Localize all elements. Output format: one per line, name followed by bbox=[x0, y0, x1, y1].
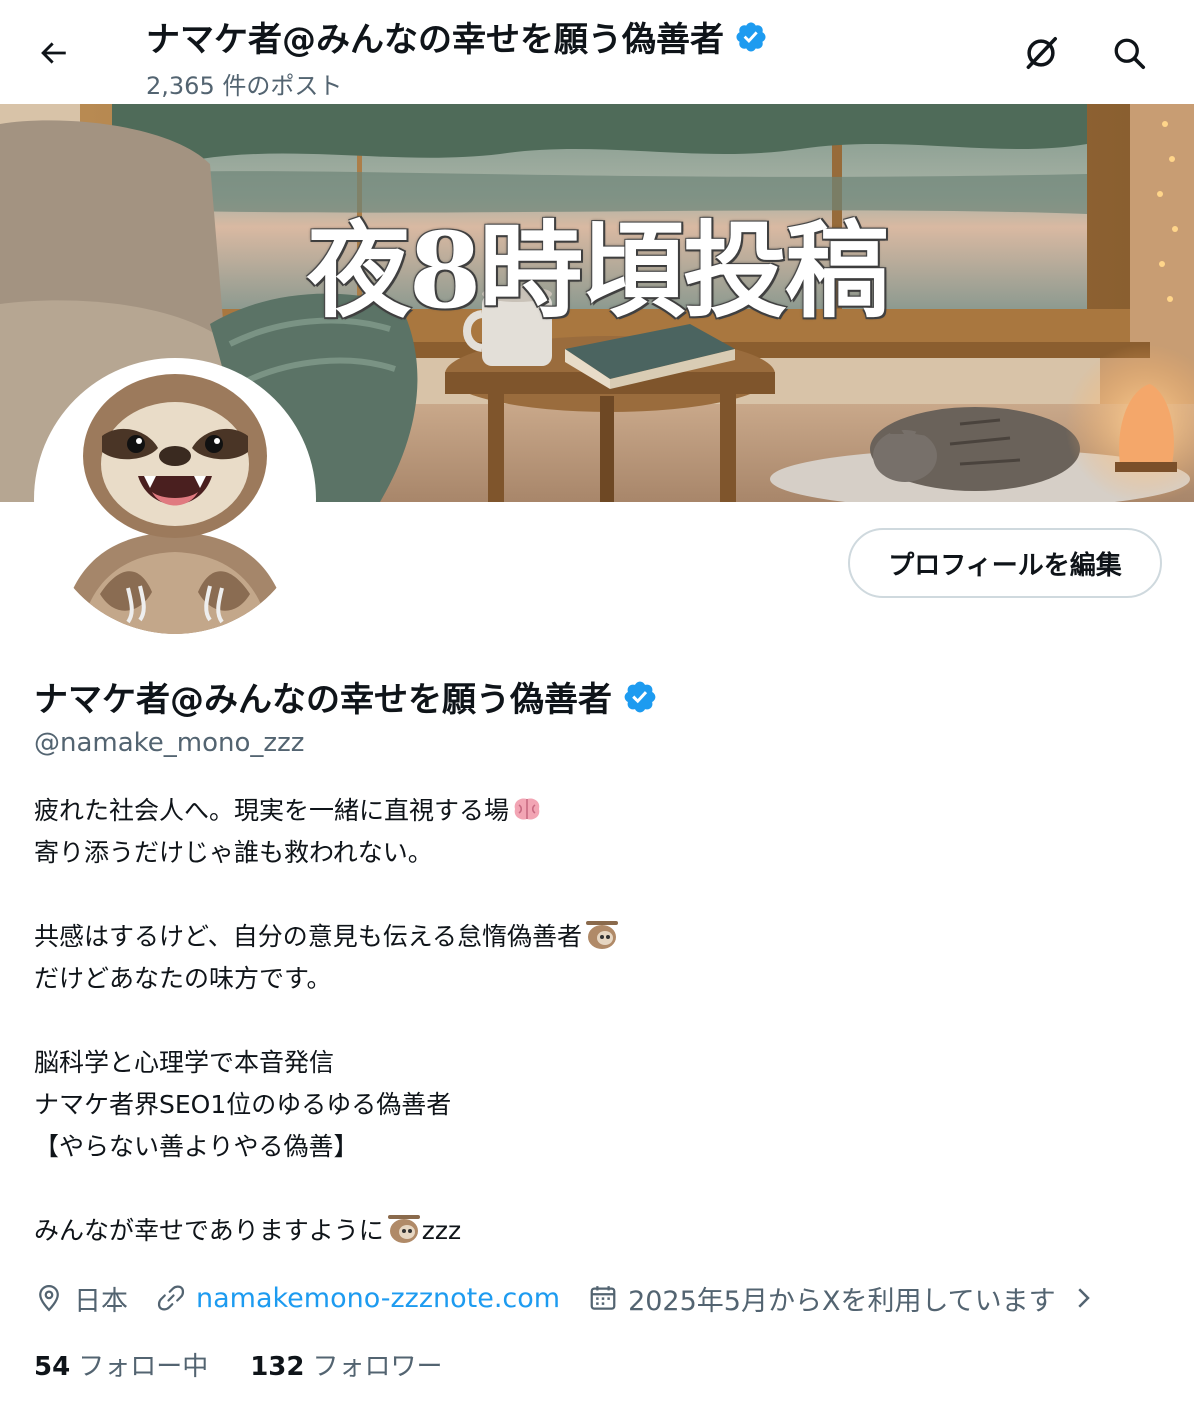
arrow-left-icon bbox=[41, 42, 66, 64]
follow-stats: 54 フォロー中 132 フォロワー bbox=[34, 1346, 443, 1383]
back-button[interactable] bbox=[30, 30, 76, 76]
sloth-avatar-image bbox=[40, 364, 310, 634]
grok-icon bbox=[1026, 37, 1057, 69]
join-date: 2025年5月からXを利用しています bbox=[588, 1279, 1056, 1318]
handle: @namake_mono_zzz bbox=[34, 728, 305, 758]
search-button[interactable] bbox=[1106, 30, 1152, 76]
website-link[interactable]: namakemono-zzznote.com bbox=[196, 1283, 560, 1314]
following-label: フォロー中 bbox=[78, 1352, 209, 1382]
bio-text: 疲れた社会人へ。現実を一緒に直視する場 bbox=[34, 796, 510, 825]
website[interactable]: namakemono-zzznote.com bbox=[156, 1283, 560, 1314]
verified-badge-icon[interactable] bbox=[622, 679, 658, 715]
bio-text: みんなが幸せでありますように bbox=[34, 1216, 384, 1245]
edit-profile-button[interactable]: プロフィールを編集 bbox=[848, 528, 1162, 598]
link-icon bbox=[157, 1285, 185, 1311]
profile-meta: 日本 namakemono-zzznote.com 2025年5月からXを利用し… bbox=[34, 1278, 1098, 1318]
post-count: 2,365 件のポスト bbox=[146, 72, 343, 100]
following-link[interactable]: 54 フォロー中 bbox=[34, 1346, 208, 1383]
bio-line: 共感はするけど、自分の意見も伝える怠惰偽善者 bbox=[34, 916, 1154, 958]
bio: 疲れた社会人へ。現実を一緒に直視する場 寄り添うだけじゃ誰も救われない。 共感は… bbox=[34, 790, 1154, 1252]
bio-text: 共感はするけど、自分の意見も伝える怠惰偽善者 bbox=[34, 922, 583, 951]
followers-label: フォロワー bbox=[312, 1352, 443, 1382]
bio-line bbox=[34, 874, 1154, 916]
bio-line: 【やらない善よりやる偽善】 bbox=[34, 1132, 359, 1161]
bio-line: 脳科学と心理学で本音発信 bbox=[34, 1048, 335, 1077]
avatar[interactable] bbox=[34, 358, 316, 640]
bio-line: だけどあなたの味方です。 bbox=[34, 964, 332, 993]
chevron-right-icon[interactable] bbox=[1068, 1283, 1098, 1313]
calendar-icon bbox=[590, 1286, 616, 1310]
followers-count: 132 bbox=[250, 1352, 305, 1382]
display-name: ナマケ者@みんなの幸せを願う偽善者 bbox=[34, 680, 612, 720]
brain-emoji-icon bbox=[514, 798, 540, 820]
bio-line: 疲れた社会人へ。現実を一緒に直視する場 bbox=[34, 790, 1154, 832]
top-bar: ナマケ者@みんなの幸せを願う偽善者 2,365 件のポスト bbox=[0, 0, 1194, 104]
bio-line bbox=[34, 1168, 1154, 1210]
bio-line: みんなが幸せでありますように zzz bbox=[34, 1210, 1154, 1252]
verified-badge-icon bbox=[736, 21, 766, 52]
following-count: 54 bbox=[34, 1352, 71, 1382]
location-text: 日本 bbox=[74, 1285, 128, 1317]
search-icon bbox=[1114, 38, 1146, 70]
header-title: ナマケ者@みんなの幸せを願う偽善者 bbox=[146, 20, 724, 60]
bio-line bbox=[34, 1000, 1154, 1042]
header-title-row: ナマケ者@みんなの幸せを願う偽善者 bbox=[146, 12, 768, 61]
sloth-emoji-icon bbox=[586, 921, 619, 949]
location: 日本 bbox=[34, 1279, 128, 1318]
join-date-text: 2025年5月からXを利用しています bbox=[628, 1285, 1056, 1317]
bio-line: ナマケ者界SEO1位のゆるゆる偽善者 bbox=[34, 1090, 452, 1119]
sloth-emoji-icon bbox=[387, 1215, 420, 1243]
bio-text: zzz bbox=[421, 1216, 462, 1245]
profile-page: ナマケ者@みんなの幸せを願う偽善者 2,365 件のポスト 夜8時頃投稿 プロフ… bbox=[0, 0, 1194, 1408]
followers-link[interactable]: 132 フォロワー bbox=[250, 1346, 442, 1383]
grok-button[interactable] bbox=[1018, 30, 1064, 76]
bio-line: 寄り添うだけじゃ誰も救われない。 bbox=[34, 838, 433, 867]
display-name-row: ナマケ者@みんなの幸せを願う偽善者 bbox=[34, 672, 658, 721]
location-pin-icon bbox=[39, 1284, 59, 1312]
